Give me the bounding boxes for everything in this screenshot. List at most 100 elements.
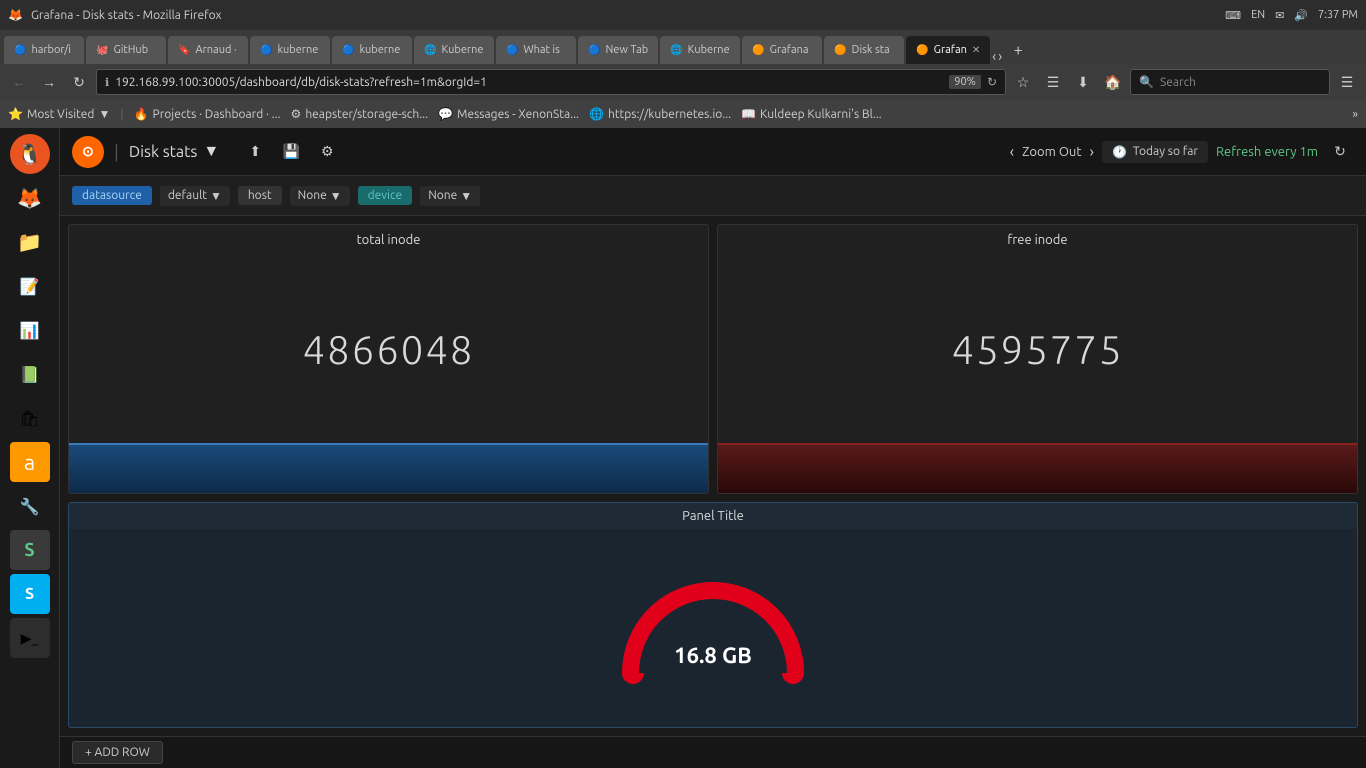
- filter-none-device-label: None: [428, 189, 457, 202]
- tab-newtab[interactable]: 🔵 New Tab: [578, 36, 658, 64]
- tab-label-kube4: Kuberne: [688, 44, 730, 56]
- tab-label-whatis: What is: [523, 44, 559, 56]
- dashboard-title-btn[interactable]: Disk stats ▼: [129, 142, 219, 161]
- sidebar-icon-calc[interactable]: 📗: [10, 354, 50, 394]
- projects-label: Projects · Dashboard · ...: [153, 108, 281, 121]
- filter-none-device-arrow: ▼: [460, 189, 472, 203]
- main-layout: 🐧 🦊 📁 📝 📊 📗 🛍 a 🔧 S S ▶_ ⊙ | Disk stats …: [0, 128, 1366, 768]
- tab-label-arnaud: Arnaud ·: [195, 44, 236, 56]
- sidebar-icon-software-center[interactable]: 🛍: [10, 398, 50, 438]
- forward-button[interactable]: →: [36, 69, 62, 95]
- tab-icon-kube2: 🔵: [342, 44, 354, 56]
- search-bar[interactable]: 🔍 Search: [1130, 69, 1330, 95]
- free-inode-number: 4595775: [952, 327, 1124, 372]
- grafana-main: ⊙ | Disk stats ▼ ⬆ 💾 ⚙ ‹ Zoom Out: [60, 128, 1366, 768]
- panel-free-inode-header: free inode: [718, 225, 1357, 255]
- sidebar-icon-writer[interactable]: 📝: [10, 266, 50, 306]
- tab-icon-grafana1: 🟠: [752, 44, 764, 56]
- panel-title-content: 16.8 GB: [69, 529, 1357, 727]
- tab-scroll-left[interactable]: ‹: [992, 48, 996, 64]
- panel-title-text: Panel Title: [682, 509, 744, 523]
- tab-label-github: GitHub: [113, 44, 148, 56]
- filter-default-dropdown[interactable]: default ▼: [160, 186, 230, 206]
- address-bar[interactable]: ℹ 192.168.99.100:30005/dashboard/db/disk…: [96, 69, 1006, 95]
- tab-label-harbor: harbor/i: [31, 44, 70, 56]
- bookmark-kubernetes[interactable]: 🌐 https://kubernetes.io...: [589, 107, 731, 121]
- refresh-label: Refresh every 1m: [1216, 145, 1318, 159]
- zoom-out-left[interactable]: ‹: [1010, 143, 1015, 161]
- bookmark-star-button[interactable]: ☆: [1010, 69, 1036, 95]
- add-row-button[interactable]: + ADD ROW: [72, 741, 163, 764]
- share-button[interactable]: ⬆: [241, 138, 269, 166]
- sidebar-icon-impress[interactable]: 📊: [10, 310, 50, 350]
- filter-device-label: device: [368, 189, 403, 202]
- filter-host[interactable]: host: [238, 186, 282, 205]
- tab-close-grafana2[interactable]: ✕: [972, 44, 980, 56]
- tab-label-kube1: kuberne: [277, 44, 318, 56]
- grafana-logo[interactable]: ⊙: [72, 136, 104, 168]
- sidebar-icon-amazon[interactable]: a: [10, 442, 50, 482]
- time-range-picker[interactable]: 🕐 Today so far: [1102, 141, 1208, 163]
- panel-free-inode-title: free inode: [1007, 233, 1067, 247]
- new-tab-button[interactable]: +: [1004, 36, 1032, 64]
- filter-none-host-arrow: ▼: [330, 189, 342, 203]
- bookmark-most-visited[interactable]: ⭐ Most Visited ▼: [8, 107, 110, 121]
- tab-kube4[interactable]: 🌐 Kuberne: [660, 36, 740, 64]
- bookmark-kuldeep[interactable]: 📖 Kuldeep Kulkarni's Bl...: [741, 107, 882, 121]
- tab-harbor[interactable]: 🔵 harbor/i: [4, 36, 84, 64]
- filter-device[interactable]: device: [358, 186, 413, 205]
- reload-button[interactable]: ↻: [66, 69, 92, 95]
- messages-label: Messages - XenonSta...: [457, 108, 579, 121]
- tab-icon-harbor: 🔵: [14, 44, 26, 56]
- bookmark-projects-dashboard[interactable]: 🔥 Projects · Dashboard · ...: [134, 107, 281, 121]
- sidebar-icon-terminal[interactable]: ▶_: [10, 618, 50, 658]
- sidebar-icon-settings[interactable]: 🔧: [10, 486, 50, 526]
- tab-whatis[interactable]: 🔵 What is: [496, 36, 576, 64]
- tab-grafana2[interactable]: 🟠 Grafan ✕: [906, 36, 990, 64]
- tab-kube2[interactable]: 🔵 kuberne: [332, 36, 412, 64]
- tab-github[interactable]: 🐙 GitHub: [86, 36, 166, 64]
- bookmark-sep-1: |: [120, 108, 123, 121]
- tab-scroll-right[interactable]: ›: [998, 48, 1002, 64]
- tab-kube1[interactable]: 🔵 kuberne: [250, 36, 330, 64]
- settings-button[interactable]: ⚙: [313, 138, 341, 166]
- grafana-toolbar: ⊙ | Disk stats ▼ ⬆ 💾 ⚙ ‹ Zoom Out: [60, 128, 1366, 176]
- clock: 7:37 PM: [1318, 9, 1358, 21]
- messages-icon: 💬: [438, 107, 453, 121]
- heapster-icon: ⚙: [291, 107, 302, 121]
- sidebar-icon-files[interactable]: 📁: [10, 222, 50, 262]
- download-button[interactable]: ⬇: [1070, 69, 1096, 95]
- tab-icon-disksta: 🟠: [834, 44, 846, 56]
- bookmark-heapster[interactable]: ⚙ heapster/storage-sch...: [291, 107, 429, 121]
- panel-total-inode-value: 4866048: [69, 255, 708, 443]
- tab-icon-kube1: 🔵: [260, 44, 272, 56]
- sidebar-icon-firefox[interactable]: 🦊: [10, 178, 50, 218]
- sidebar-icon-ubuntu[interactable]: 🐧: [10, 134, 50, 174]
- more-bookmarks[interactable]: »: [1352, 108, 1358, 121]
- save-button[interactable]: 💾: [277, 138, 305, 166]
- tab-grafana1[interactable]: 🟠 Grafana: [742, 36, 822, 64]
- sidebar-icon-skype[interactable]: S: [10, 574, 50, 614]
- home-button[interactable]: 🏠: [1100, 69, 1126, 95]
- gear-icon: ⚙: [321, 143, 334, 160]
- tab-kube3[interactable]: 🌐 Kuberne: [414, 36, 494, 64]
- back-button[interactable]: ←: [6, 69, 32, 95]
- reload-icon[interactable]: ↻: [987, 75, 997, 89]
- filter-none-device-dropdown[interactable]: None ▼: [420, 186, 480, 206]
- tabbar: 🔵 harbor/i 🐙 GitHub 🔖 Arnaud · 🔵 kuberne…: [0, 30, 1366, 64]
- sidebar-icon-text-editor[interactable]: S: [10, 530, 50, 570]
- menu-button[interactable]: ☰: [1334, 69, 1360, 95]
- save-icon: 💾: [283, 143, 300, 160]
- refresh-button[interactable]: ↻: [1326, 138, 1354, 166]
- zoom-out-right[interactable]: ›: [1089, 143, 1094, 161]
- reader-view-button[interactable]: ☰: [1040, 69, 1066, 95]
- filter-none-host-dropdown[interactable]: None ▼: [290, 186, 350, 206]
- navbar: ← → ↻ ℹ 192.168.99.100:30005/dashboard/d…: [0, 64, 1366, 100]
- filter-datasource[interactable]: datasource: [72, 186, 152, 205]
- tab-arnaud[interactable]: 🔖 Arnaud ·: [168, 36, 248, 64]
- grafana-logo-text: ⊙: [82, 143, 94, 160]
- titlebar: 🦊 Grafana - Disk stats - Mozilla Firefox…: [0, 0, 1366, 30]
- bookmark-messages[interactable]: 💬 Messages - XenonSta...: [438, 107, 579, 121]
- tab-disksta[interactable]: 🟠 Disk sta: [824, 36, 904, 64]
- tab-icon-arnaud: 🔖: [178, 44, 190, 56]
